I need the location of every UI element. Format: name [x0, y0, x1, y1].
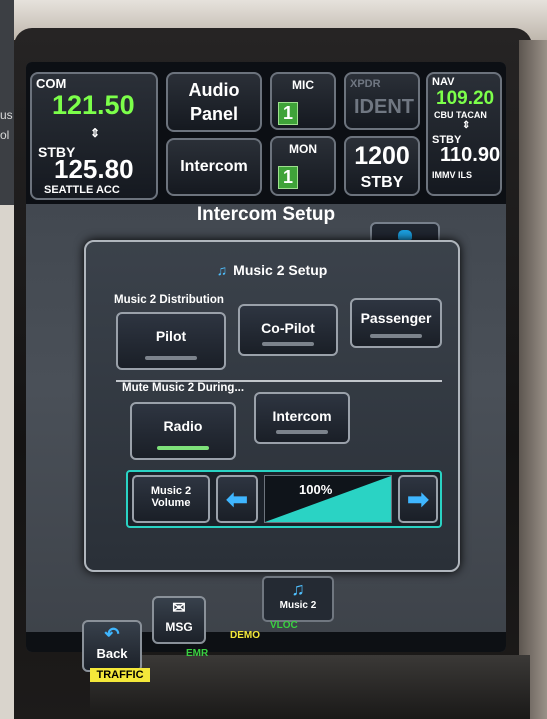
audio-panel-line1: Audio [188, 80, 240, 100]
edge-text-2: ol [0, 128, 10, 142]
touchscreen: COM 121.50 ⇕ STBY 125.80 SEATTLE ACC Aud… [26, 62, 506, 652]
distribution-label: Music 2 Distribution [114, 294, 224, 306]
volume-label-box: Music 2 Volume [132, 475, 210, 523]
passenger-label: Passenger [360, 310, 432, 326]
back-label: Back [96, 646, 128, 661]
mic-label: MIC [292, 78, 314, 92]
music2-note-icon: ♫ [291, 579, 305, 599]
nav-active-freq: 109.20 [436, 88, 495, 109]
mon-value: 1 [278, 166, 299, 189]
volume-meter[interactable]: 100% [264, 475, 392, 523]
intercom-label: Intercom [180, 158, 248, 175]
arrow-right-icon: ➡ [407, 484, 429, 514]
audio-panel-button[interactable]: Audio Panel [166, 72, 262, 132]
audio-panel-line2: Panel [189, 104, 239, 124]
status-left: EMR [186, 648, 209, 659]
passenger-indicator [370, 334, 422, 338]
xpdr-ident: IDENT [354, 96, 414, 118]
msg-icon: ✉ [172, 600, 186, 617]
radio-label: Radio [163, 418, 203, 434]
msg-button[interactable]: ✉ MSG [152, 596, 206, 644]
nav-stby-freq: 110.90 [440, 144, 501, 166]
pilot-button[interactable]: Pilot [116, 312, 226, 370]
com-stby-freq: 125.80 [54, 154, 134, 184]
intercom-mute-label: Intercom [272, 408, 332, 424]
pilot-label: Pilot [155, 328, 187, 344]
volume-label-1: Music 2 [150, 485, 192, 497]
radio-button[interactable]: Radio [130, 402, 236, 460]
status-right: VLOC [270, 620, 298, 631]
arrow-left-icon: ⬅ [226, 484, 248, 514]
mic-value: 1 [278, 102, 299, 125]
intercom-mute-button[interactable]: Intercom [254, 392, 350, 444]
lower-panel [90, 655, 530, 719]
xpdr-code: 1200 [354, 142, 410, 170]
intercom-button[interactable]: Intercom [166, 138, 262, 196]
xpdr-ident-button[interactable]: XPDR IDENT [344, 72, 420, 130]
back-arrow-icon: ↶ [104, 624, 120, 644]
msg-label: MSG [165, 620, 193, 634]
music-note-icon: ♫ [216, 262, 228, 278]
mic-button[interactable]: MIC 1 [270, 72, 336, 130]
volume-percent: 100% [299, 482, 333, 497]
swap-icon[interactable]: ⇕ [90, 126, 100, 140]
music2-label: Music 2 [279, 600, 317, 611]
com-label: COM [36, 76, 67, 91]
com-stby-name: SEATTLE ACC [44, 184, 120, 196]
copilot-button[interactable]: Co-Pilot [238, 304, 338, 356]
com-radio-button[interactable]: COM 121.50 ⇕ STBY 125.80 SEATTLE ACC [30, 72, 158, 200]
xpdr-mode: STBY [360, 174, 404, 191]
dialog-title: ♫ Music 2 Setup [86, 262, 458, 278]
status-demo: DEMO [230, 630, 260, 641]
edge-text-1: us [0, 108, 13, 122]
traffic-annunciator: TRAFFIC [90, 668, 150, 682]
intercom-mute-indicator [276, 430, 328, 434]
music2-setup-dialog: ♫ Music 2 Setup Music 2 Distribution Pilo… [84, 240, 460, 572]
nav-stby-ident: IMMV ILS [432, 170, 472, 180]
mon-button[interactable]: MON 1 [270, 136, 336, 196]
back-button[interactable]: ↶ Back [82, 620, 142, 672]
copilot-indicator [262, 342, 314, 346]
dialog-title-text: Music 2 Setup [233, 262, 328, 278]
nav-swap-icon[interactable]: ⇕ [462, 120, 470, 131]
top-bar: COM 121.50 ⇕ STBY 125.80 SEATTLE ACC Aud… [26, 62, 506, 204]
pilot-indicator [145, 356, 197, 360]
adjacent-display: us ol [0, 0, 14, 205]
nav-ident: CBU TACAN [434, 110, 487, 120]
radio-indicator [157, 446, 209, 450]
volume-up-button[interactable]: ➡ [398, 475, 438, 523]
music2-volume-control: Music 2 Volume ⬅ 100% ➡ [126, 470, 442, 528]
nav-label: NAV [432, 76, 455, 88]
mute-label: Mute Music 2 During... [122, 382, 245, 394]
xpdr-label: XPDR [350, 78, 381, 90]
mon-label: MON [289, 142, 317, 156]
volume-label-2: Volume [151, 497, 191, 509]
xpdr-code-button[interactable]: 1200 STBY [344, 136, 420, 196]
passenger-button[interactable]: Passenger [350, 298, 442, 348]
nav-radio-button[interactable]: NAV 109.20 CBU TACAN ⇕ STBY 110.90 IMMV … [426, 72, 502, 196]
background-right [519, 40, 547, 719]
com-active-freq: 121.50 [52, 90, 135, 120]
music2-button[interactable]: ♫ Music 2 [262, 576, 334, 622]
volume-down-button[interactable]: ⬅ [216, 475, 258, 523]
copilot-label: Co-Pilot [261, 320, 315, 336]
